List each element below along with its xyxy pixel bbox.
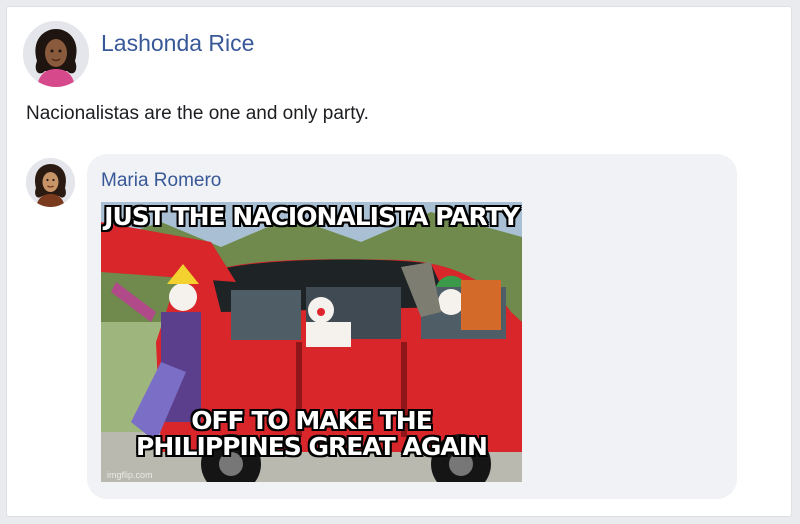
meme-bottom-caption: OFF TO MAKE THE PHILIPPINES GREAT AGAIN (101, 406, 522, 462)
meme-top-caption: JUST THE NACIONALISTA PARTY (104, 202, 520, 231)
post-author-name[interactable]: Lashonda Rice (101, 30, 254, 57)
meme-image[interactable]: JUST THE NACIONALISTA PARTY OFF TO MAKE … (101, 202, 522, 482)
post-text: Nacionalistas are the one and only party… (26, 103, 369, 124)
avatar-woman-icon (26, 158, 75, 207)
meme-bottom-caption-line2: PHILIPPINES GREAT AGAIN (136, 432, 488, 462)
comment-author-name[interactable]: Maria Romero (101, 170, 221, 192)
author-avatar[interactable] (23, 21, 89, 87)
post-card: Lashonda Rice Nacionalistas are the one … (6, 6, 792, 517)
comment-bubble: Maria Romero JUST THE NACIONALISTA PARTY… (87, 154, 737, 499)
avatar-woman-icon (23, 21, 89, 87)
meme-bottom-caption-line1: OFF TO MAKE THE (191, 406, 433, 435)
commenter-avatar[interactable] (26, 158, 75, 207)
meme-watermark: imgflip.com (107, 470, 153, 480)
